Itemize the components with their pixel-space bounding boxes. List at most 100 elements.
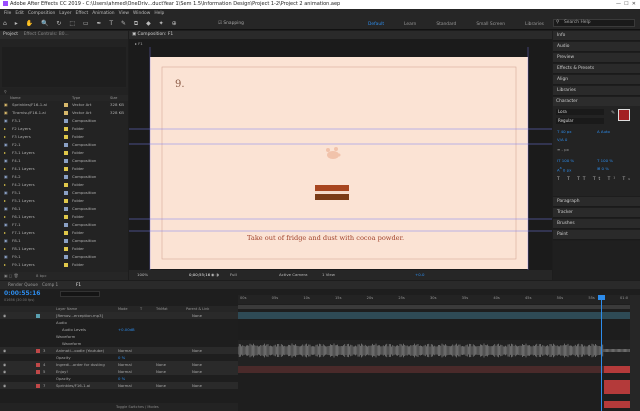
layer-4-active-segment[interactable] <box>604 380 630 387</box>
project-item[interactable]: ▸ F6-1 Layers Folder <box>0 213 128 220</box>
label-color-swatch[interactable] <box>64 183 68 187</box>
timeline-layer-row[interactable]: ◉ 7 Sprinkles/F16-1.ai Normal None None <box>0 381 238 389</box>
timeline-layer-row[interactable]: ◉ 5 Enjoy! Normal None None <box>0 367 238 375</box>
project-item[interactable]: ▣ Tiramisu/F16-1.ai Vector Art 328 KB <box>0 109 128 116</box>
layer-mode[interactable]: +0.00dB <box>118 326 135 333</box>
label-color-swatch[interactable] <box>64 207 68 211</box>
font-family-select[interactable]: Lora <box>556 109 604 115</box>
project-item[interactable]: ▸ F5-1 Layers Folder <box>0 197 128 204</box>
label-color-swatch[interactable] <box>64 111 68 115</box>
workspace-libraries[interactable]: Libraries <box>525 22 544 27</box>
timeline-property-row[interactable]: Opacity 0 % <box>0 375 238 382</box>
tab-effect-controls[interactable]: Effect Controls: B0... <box>24 32 69 37</box>
visibility-eye-icon[interactable]: ◉ <box>3 312 6 319</box>
menu-view[interactable]: View <box>119 11 129 16</box>
layer-trkmat[interactable]: None <box>156 368 166 375</box>
timeline-layer-row[interactable]: ◉ 3 Animati...oodle (Youtube) Normal None <box>0 346 238 354</box>
menu-effect[interactable]: Effect <box>76 11 89 16</box>
label-color-swatch[interactable] <box>64 119 68 123</box>
workspace-small-screen[interactable]: Small Screen <box>476 22 505 27</box>
layer-parent[interactable]: None <box>192 347 202 354</box>
workspace-bar[interactable]: Default Learn Standard Small Screen Librarie… <box>368 21 564 27</box>
layer-mode[interactable]: Normal <box>118 347 132 354</box>
project-search[interactable]: ⚲ <box>0 88 128 95</box>
visibility-eye-icon[interactable]: ◉ <box>3 361 6 368</box>
timeline-tab-render-queue[interactable]: Render Queue <box>8 281 38 289</box>
layer-mode[interactable]: Normal <box>118 368 132 375</box>
playhead-handle[interactable] <box>598 295 605 300</box>
project-item[interactable]: ▸ F4-2 Layers Folder <box>0 181 128 188</box>
timeline-property-row[interactable]: Waveform <box>0 333 238 340</box>
label-color-swatch[interactable] <box>64 151 68 155</box>
timeline-property-row[interactable]: Audio <box>0 319 238 326</box>
views-select[interactable]: 1 View <box>322 270 335 280</box>
camera-snapshot-icon[interactable]: ◉ ◑ <box>211 270 219 280</box>
project-item[interactable]: ▸ F3-1 Layers Folder <box>0 149 128 156</box>
project-item[interactable]: ▣ F4-2 Composition <box>0 173 128 180</box>
timeline-layer-row[interactable]: ◉ [Remov...erception.mp3] None <box>0 311 238 319</box>
label-color-swatch[interactable] <box>64 167 68 171</box>
kerning-field[interactable]: V/A 0 <box>557 137 567 142</box>
fill-color-swatch[interactable] <box>618 109 630 121</box>
layer-parent[interactable]: None <box>192 312 202 319</box>
project-item[interactable]: ▣ F4-1 Composition <box>0 157 128 164</box>
timeline-property-row[interactable]: Opacity 0 % <box>0 354 238 361</box>
label-color-swatch[interactable] <box>64 103 68 107</box>
panel-brushes[interactable]: Brushes <box>553 219 640 229</box>
project-item[interactable]: ▣ F6-1 Composition <box>0 205 128 212</box>
window-controls[interactable]: — ☐ ✕ <box>616 0 636 9</box>
panel-libraries[interactable]: Libraries <box>553 86 640 96</box>
project-item[interactable]: ▣ F3-1 Composition <box>0 117 128 124</box>
project-item[interactable]: ▣ F8-1 Composition <box>0 237 128 244</box>
label-color-swatch[interactable] <box>64 231 68 235</box>
visibility-eye-icon[interactable]: ◉ <box>3 382 6 389</box>
label-color-swatch[interactable] <box>64 199 68 203</box>
resolution-select[interactable]: Full <box>230 270 237 280</box>
label-color-swatch[interactable] <box>64 263 68 267</box>
camera-select[interactable]: Active Camera <box>279 270 308 280</box>
label-color-swatch[interactable] <box>64 175 68 179</box>
search-help-input[interactable]: ⚲ Search Help <box>553 19 635 27</box>
layer-mode[interactable]: 0 % <box>118 375 125 382</box>
project-item[interactable]: ▣ F2-1 Composition <box>0 141 128 148</box>
layer-search-input[interactable] <box>60 291 100 297</box>
toggle-switches-modes[interactable]: Toggle Switches / Modes <box>0 403 238 411</box>
layer-label-swatch[interactable] <box>36 348 40 353</box>
project-item[interactable]: ▸ F3 Layers Folder <box>0 133 128 140</box>
layer-mode[interactable]: 0 % <box>118 354 125 361</box>
font-size-field[interactable]: T 40 px <box>557 129 572 134</box>
comp-tab[interactable]: ▣ Composition: F1 <box>129 31 552 39</box>
baseline-shift-field[interactable]: Aa 0 px <box>557 166 571 172</box>
visibility-eye-icon[interactable]: ◉ <box>3 368 6 375</box>
snapping-toggle[interactable]: ☑ Snapping <box>218 21 244 26</box>
label-color-swatch[interactable] <box>64 247 68 251</box>
project-item[interactable]: ▸ F9-1 Layers Folder <box>0 261 128 268</box>
audio-layer-bar[interactable] <box>238 312 630 319</box>
panel-tracker[interactable]: Tracker <box>553 208 640 218</box>
layer-mode[interactable]: Normal <box>118 361 132 368</box>
bpc-label[interactable]: 8 bpc <box>36 272 47 280</box>
project-item[interactable]: ▣ Sprinkles/F16-1.ai Vector Art 328 KB <box>0 101 128 108</box>
tool-icons[interactable]: ⌂ ▸ ✋ 🔍 ↻ ⬚ ▭ ✒ T ✎ ⧉ ◆ ✦ ⊕ <box>3 20 180 28</box>
menu-animation[interactable]: Animation <box>92 11 114 16</box>
time-ruler[interactable]: 00s 05s 10s 15s 20s 25s 30s 35s 40s 45s 50s 55s 01:0 <box>238 295 630 304</box>
project-item[interactable]: ▸ F7-1 Layers Folder <box>0 229 128 236</box>
playhead-line[interactable] <box>601 295 602 411</box>
label-color-swatch[interactable] <box>64 239 68 243</box>
layer-label-swatch[interactable] <box>36 369 40 374</box>
timeline-tab-f1[interactable]: F1 <box>76 281 81 289</box>
tsume-field[interactable]: ⊞ 0 % <box>597 166 609 171</box>
visibility-eye-icon[interactable]: ◉ <box>3 347 6 354</box>
vertical-scale-field[interactable]: IT 100 % <box>557 158 574 163</box>
zoom-select[interactable]: 100% <box>137 270 148 280</box>
layer-parent[interactable]: None <box>192 368 202 375</box>
timeline-property-row[interactable]: Audio Levels +0.00dB <box>0 326 238 333</box>
label-color-swatch[interactable] <box>64 143 68 147</box>
panel-audio[interactable]: Audio <box>553 42 640 52</box>
work-area-bar[interactable] <box>238 305 630 309</box>
eyedropper-icon[interactable]: ✎ <box>611 110 615 116</box>
leading-field[interactable]: A Auto <box>597 129 610 134</box>
workspace-standard[interactable]: Standard <box>436 22 456 27</box>
panel-info[interactable]: Info <box>553 31 640 41</box>
label-color-swatch[interactable] <box>64 127 68 131</box>
